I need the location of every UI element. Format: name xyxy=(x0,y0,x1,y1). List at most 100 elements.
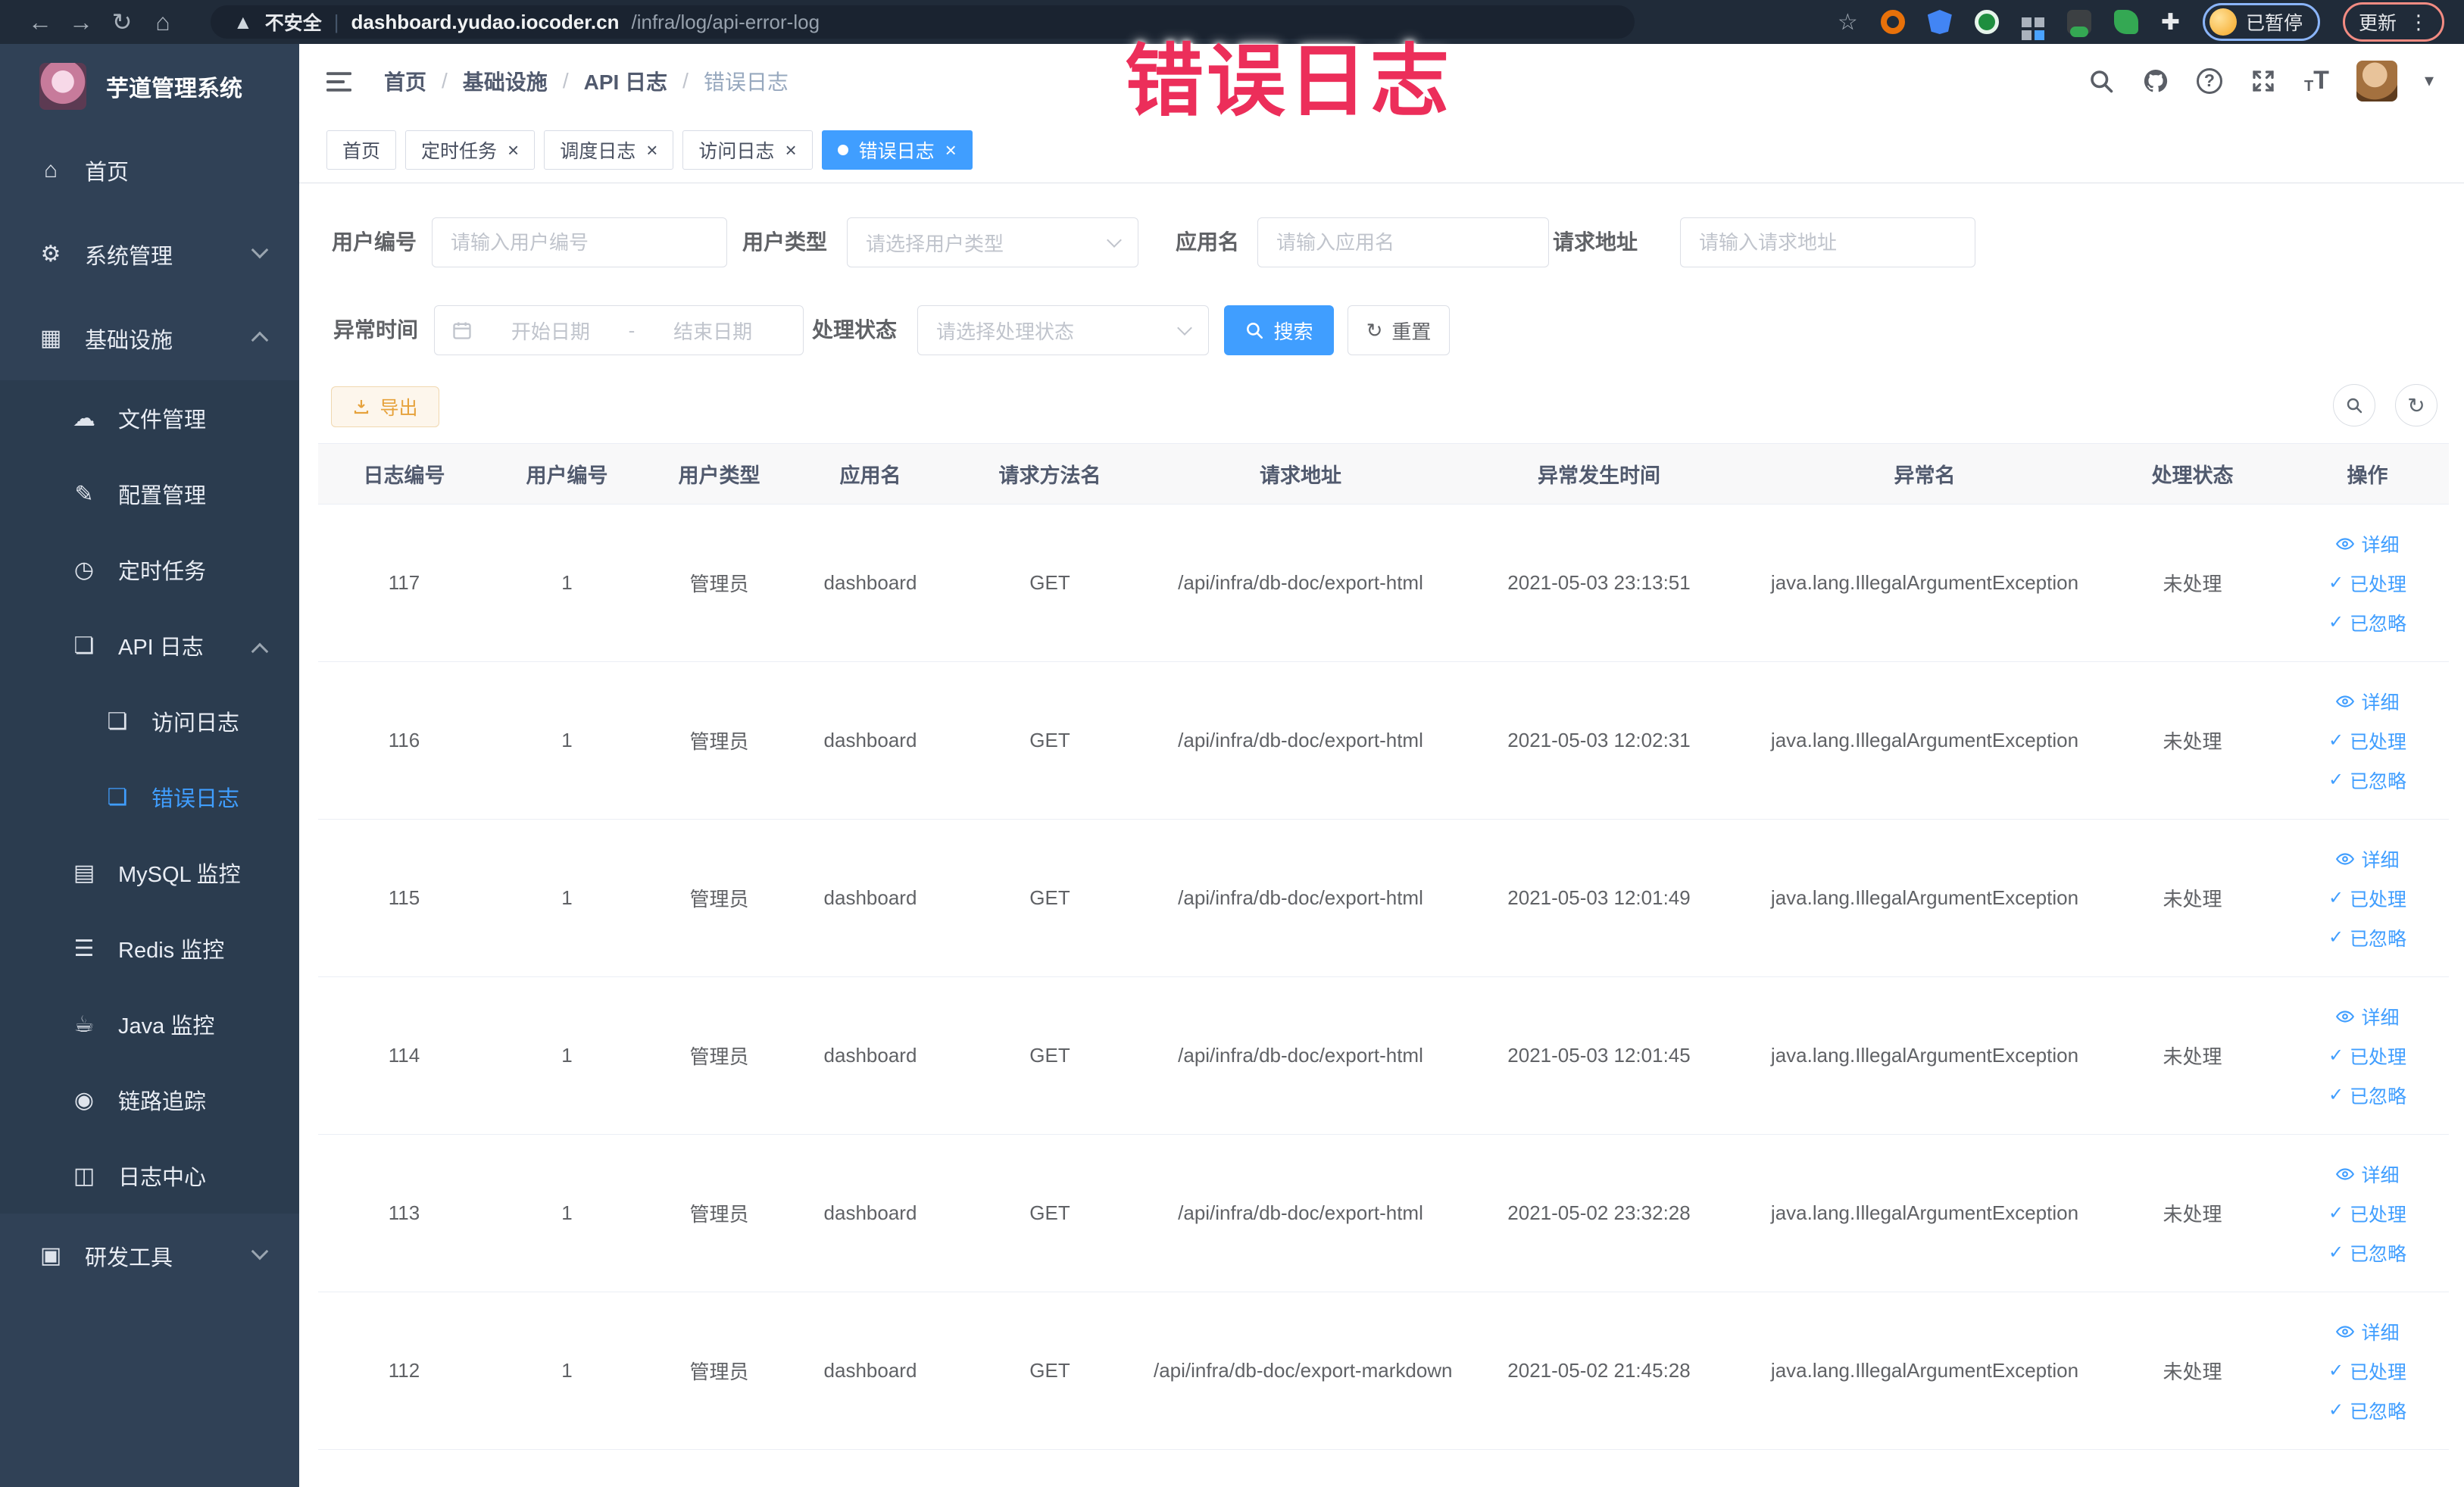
sidebar-item-错误日志[interactable]: ❏ 错误日志 xyxy=(0,759,299,835)
mark-ignored-link[interactable]: ✓ 已忽略 xyxy=(2328,1239,2406,1267)
check-icon: ✓ xyxy=(2328,1203,2344,1223)
check-icon: ✓ xyxy=(2328,888,2344,908)
extensions-puzzle-icon[interactable]: ✚ xyxy=(2161,9,2180,36)
sidebar-item-Java 监控[interactable]: ☕ Java 监控 xyxy=(0,986,299,1062)
tab-错误日志[interactable]: 错误日志 × xyxy=(821,130,973,170)
mark-ignored-link[interactable]: ✓ 已忽略 xyxy=(2328,767,2406,794)
mark-ignored-link[interactable]: ✓ 已忽略 xyxy=(2328,924,2406,951)
breadcrumb-item[interactable]: 基础设施 xyxy=(463,66,548,96)
sidebar-item-日志中心[interactable]: ◫ 日志中心 xyxy=(0,1138,299,1214)
chevron-down-icon[interactable]: ▾ xyxy=(2425,70,2434,92)
browser-profile-chip[interactable]: 已暂停 xyxy=(2202,3,2320,41)
mark-processed-link[interactable]: ✓ 已处理 xyxy=(2328,1042,2406,1070)
active-dot xyxy=(837,145,848,155)
detail-link[interactable]: 详细 xyxy=(2335,1161,2400,1188)
security-warning-icon: ▲ xyxy=(233,10,253,33)
toggle-search-button[interactable] xyxy=(2333,384,2375,426)
tab-定时任务[interactable]: 定时任务 × xyxy=(405,130,536,170)
refresh-button[interactable]: ↻ xyxy=(2395,384,2437,426)
sidebar-item-基础设施[interactable]: ▦ 基础设施 xyxy=(0,296,299,380)
chevron-down-icon xyxy=(251,1242,269,1261)
sidebar-item-Redis 监控[interactable]: ☰ Redis 监控 xyxy=(0,911,299,986)
sidebar-item-配置管理[interactable]: ✎ 配置管理 xyxy=(0,456,299,532)
browser-update-button[interactable]: 更新 ⋮ xyxy=(2342,2,2444,42)
user-type-select[interactable]: 请选择用户类型 xyxy=(847,217,1138,267)
reset-button[interactable]: ↻ 重置 xyxy=(1348,305,1450,355)
detail-link[interactable]: 详细 xyxy=(2335,1318,2400,1345)
extension-icon[interactable] xyxy=(1927,10,1952,34)
sidebar-toggle-icon[interactable] xyxy=(326,68,354,95)
back-icon[interactable]: ← xyxy=(20,8,61,36)
sidebar-item-链路追踪[interactable]: ◉ 链路追踪 xyxy=(0,1062,299,1138)
extension-icon[interactable] xyxy=(2113,10,2138,34)
fullscreen-icon[interactable] xyxy=(2250,67,2277,95)
cell-method: GET xyxy=(1029,1044,1070,1067)
request-url-input[interactable] xyxy=(1680,217,1975,267)
eye-icon xyxy=(2335,692,2355,711)
home-icon[interactable]: ⌂ xyxy=(142,8,183,36)
cell-status: 未处理 xyxy=(2163,888,2222,911)
mark-ignored-link[interactable]: ✓ 已忽略 xyxy=(2328,1397,2406,1424)
close-icon[interactable]: × xyxy=(945,140,957,160)
reload-icon[interactable]: ↻ xyxy=(101,8,142,36)
profile-label: 已暂停 xyxy=(2245,13,2303,34)
action-label: 已处理 xyxy=(2350,1361,2407,1383)
log-icon: ❏ xyxy=(107,708,128,734)
extension-icon[interactable] xyxy=(1974,10,1999,34)
breadcrumb-item[interactable]: API 日志 xyxy=(584,66,667,96)
search-button[interactable]: 搜索 xyxy=(1224,305,1334,355)
user-avatar[interactable] xyxy=(2356,60,2397,102)
export-button[interactable]: 导出 xyxy=(331,386,439,427)
sidebar-item-研发工具[interactable]: ▣ 研发工具 xyxy=(0,1214,299,1298)
sidebar-item-API 日志[interactable]: ❏ API 日志 xyxy=(0,608,299,683)
kebab-menu-icon[interactable]: ⋮ xyxy=(2409,11,2428,34)
extension-icon[interactable] xyxy=(2066,10,2091,37)
exception-time-range-picker[interactable]: 开始日期 - 结束日期 xyxy=(434,305,804,355)
cell-status: 未处理 xyxy=(2163,573,2222,595)
mark-processed-link[interactable]: ✓ 已处理 xyxy=(2328,1200,2406,1227)
search-icon[interactable] xyxy=(2088,67,2115,95)
sidebar-item-首页[interactable]: ⌂ 首页 xyxy=(0,128,299,212)
cell-exception: java.lang.IllegalArgumentException xyxy=(1770,1044,2079,1067)
tab-访问日志[interactable]: 访问日志 × xyxy=(682,130,813,170)
tab-调度日志[interactable]: 调度日志 × xyxy=(544,130,674,170)
help-icon[interactable]: ? xyxy=(2196,67,2222,94)
user-id-input[interactable] xyxy=(432,217,727,267)
close-icon[interactable]: × xyxy=(646,140,657,160)
detail-link[interactable]: 详细 xyxy=(2335,1003,2400,1030)
eye-icon xyxy=(2335,1007,2355,1026)
github-icon[interactable] xyxy=(2142,67,2169,95)
eye-icon: ◉ xyxy=(73,1087,95,1113)
sidebar-item-文件管理[interactable]: ☁ 文件管理 xyxy=(0,380,299,456)
sidebar-item-MySQL 监控[interactable]: ▤ MySQL 监控 xyxy=(0,835,299,911)
mark-processed-link[interactable]: ✓ 已处理 xyxy=(2328,885,2406,912)
extension-icon[interactable] xyxy=(2021,17,2031,27)
tab-label: 错误日志 xyxy=(858,141,935,162)
detail-link[interactable]: 详细 xyxy=(2335,688,2400,715)
cell-method: GET xyxy=(1029,571,1070,594)
mark-processed-link[interactable]: ✓ 已处理 xyxy=(2328,727,2406,754)
table-row: 117 1 管理员 dashboard GET/api/infra/db-doc/exp… xyxy=(318,505,2449,662)
close-icon[interactable]: × xyxy=(785,140,796,160)
tab-首页[interactable]: 首页 xyxy=(326,130,397,170)
detail-link[interactable]: 详细 xyxy=(2335,845,2400,873)
column-header: 用户编号 xyxy=(526,464,608,487)
extension-icon[interactable] xyxy=(1880,10,1905,34)
close-icon[interactable]: × xyxy=(507,140,519,160)
app-name-input[interactable] xyxy=(1257,217,1549,267)
mark-ignored-link[interactable]: ✓ 已忽略 xyxy=(2328,609,2406,636)
breadcrumb-item[interactable]: 首页 xyxy=(384,66,426,96)
detail-link[interactable]: 详细 xyxy=(2335,530,2400,558)
sidebar-item-访问日志[interactable]: ❏ 访问日志 xyxy=(0,683,299,759)
screen: ← → ↻ ⌂ ▲ 不安全 | dashboard.yudao.iocoder.… xyxy=(0,0,2464,1487)
font-size-icon[interactable]: TT xyxy=(2304,66,2329,95)
sidebar-logo-row[interactable]: 芋道管理系统 xyxy=(0,44,299,128)
process-status-select[interactable]: 请选择处理状态 xyxy=(917,305,1209,355)
sidebar-item-系统管理[interactable]: ⚙ 系统管理 xyxy=(0,212,299,296)
forward-icon[interactable]: → xyxy=(61,8,101,36)
mark-processed-link[interactable]: ✓ 已处理 xyxy=(2328,1357,2406,1385)
mark-processed-link[interactable]: ✓ 已处理 xyxy=(2328,570,2406,597)
bookmark-star-icon[interactable]: ☆ xyxy=(1838,9,1858,36)
mark-ignored-link[interactable]: ✓ 已忽略 xyxy=(2328,1082,2406,1109)
sidebar-item-定时任务[interactable]: ◷ 定时任务 xyxy=(0,532,299,608)
